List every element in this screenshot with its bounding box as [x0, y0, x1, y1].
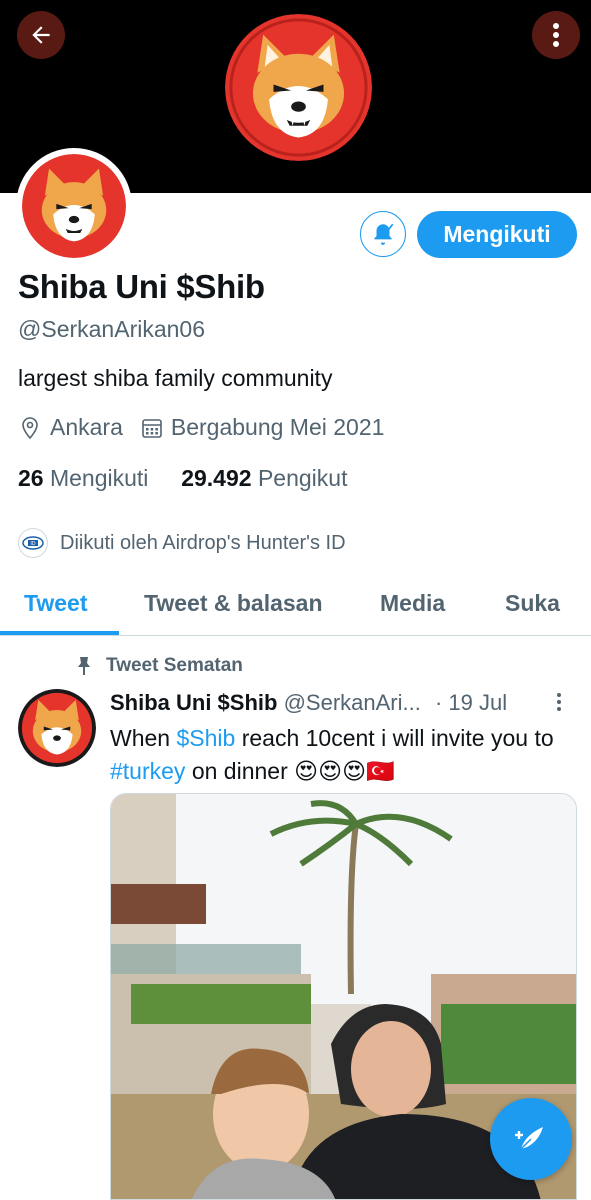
more-vertical-icon [552, 22, 560, 48]
tweet-author-avatar[interactable] [18, 689, 96, 767]
avatar[interactable] [16, 148, 132, 264]
profile-location: Ankara [50, 414, 123, 440]
more-options-button[interactable] [532, 11, 580, 59]
profile-bio: largest shiba family community [18, 365, 333, 391]
profile-joined-date: Bergabung Mei 2021 [170, 414, 385, 440]
arrow-left-icon [28, 22, 54, 48]
location-pin-icon [18, 416, 42, 440]
tweet-text: When $Shib reach 10cent i will invite yo… [110, 722, 575, 788]
svg-text:ID: ID [30, 541, 35, 547]
tweet-text-part: reach 10cent i will invite you to [235, 725, 554, 751]
followers-label: Pengikut [257, 465, 348, 491]
pinned-label-text: Tweet Sematan [106, 655, 243, 676]
active-tab-indicator [0, 631, 119, 635]
pin-icon [76, 656, 92, 676]
shiba-avatar-image [22, 154, 126, 258]
following-count-link[interactable]: 26 Mengikuti [18, 465, 148, 491]
tab-tweet-replies[interactable]: Tweet & balasan [144, 590, 323, 617]
tweet-text-part: on dinner [185, 758, 295, 784]
profile-handle: @SerkanArikan06 [18, 316, 205, 342]
hashtag-link[interactable]: #turkey [110, 758, 185, 784]
compose-tweet-button[interactable] [490, 1098, 572, 1180]
tweet-author-handle[interactable]: @SerkanAri... [284, 690, 421, 715]
tweet-author-name[interactable]: Shiba Uni $Shib [110, 690, 277, 715]
follow-counts: 26 Mengikuti 29.492 Pengikut [18, 465, 347, 492]
tweet-header: Shiba Uni $Shib @SerkanAri... · 19 Jul [110, 690, 507, 716]
tweet-time[interactable]: · 19 Jul [435, 690, 507, 715]
notification-bell-button[interactable] [360, 211, 406, 257]
bell-notify-icon [370, 221, 396, 247]
following-button[interactable]: Mengikuti [417, 211, 577, 258]
banner-shiba-logo [225, 14, 372, 161]
tab-tweet[interactable]: Tweet [24, 590, 87, 617]
following-label: Mengikuti [49, 465, 149, 491]
cashtag-link[interactable]: $Shib [176, 725, 235, 751]
tweet-text-part: When [110, 725, 177, 751]
tab-likes[interactable]: Suka [505, 590, 560, 617]
more-vertical-icon [556, 692, 562, 712]
tweet-more-button[interactable] [556, 692, 562, 712]
profile-meta: Ankara Bergabung Mei 2021 [18, 414, 384, 441]
followed-by-row[interactable]: ID Diikuti oleh Airdrop's Hunter's ID [18, 528, 346, 558]
followers-count-link[interactable]: 29.492 Pengikut [181, 465, 347, 491]
following-count: 26 [18, 465, 44, 491]
followers-count: 29.492 [181, 465, 252, 491]
follower-avatar-icon: ID [18, 528, 48, 558]
tab-media[interactable]: Media [380, 590, 445, 617]
tweet-emoji: 😍😍😍🇹🇷 [294, 758, 395, 784]
back-button[interactable] [17, 11, 65, 59]
profile-name: Shiba Uni $Shib [18, 268, 265, 305]
profile-tabs: Tweet Tweet & balasan Media Suka [0, 574, 591, 636]
pinned-tweet-label: Tweet Sematan [76, 655, 243, 677]
calendar-icon [141, 417, 163, 439]
compose-tweet-icon [511, 1119, 551, 1159]
followed-by-text: Diikuti oleh Airdrop's Hunter's ID [60, 531, 346, 554]
